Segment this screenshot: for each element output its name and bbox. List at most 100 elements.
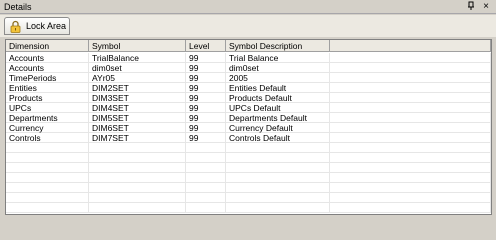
table-row[interactable]: Entities DIM2SET 99 Entities Default — [6, 83, 491, 93]
table-cell-filler — [330, 83, 491, 93]
table-cell[interactable]: UPCs Default — [226, 103, 330, 113]
table-cell[interactable]: 99 — [186, 93, 226, 103]
table-row[interactable]: Departments DIM5SET 99 Departments Default — [6, 113, 491, 123]
table-cell[interactable] — [226, 143, 330, 153]
table-cell[interactable] — [226, 163, 330, 173]
table-cell[interactable] — [89, 163, 186, 173]
table-cell[interactable]: dim0set — [89, 63, 186, 73]
table-cell[interactable]: 99 — [186, 53, 226, 63]
table-row[interactable]: Products DIM3SET 99 Products Default — [6, 93, 491, 103]
table-cell[interactable] — [6, 143, 89, 153]
table-row[interactable] — [6, 183, 491, 193]
table-cell[interactable]: DIM5SET — [89, 113, 186, 123]
table-cell[interactable] — [186, 173, 226, 183]
table-row[interactable]: TimePeriods AYr05 99 2005 — [6, 73, 491, 83]
lock-icon — [10, 20, 21, 33]
table-row[interactable]: Accounts dim0set 99 dim0set — [6, 63, 491, 73]
table-row[interactable] — [6, 163, 491, 173]
table-cell[interactable] — [89, 193, 186, 203]
table-cell[interactable]: Controls Default — [226, 133, 330, 143]
table-cell[interactable]: Departments Default — [226, 113, 330, 123]
table-cell[interactable]: AYr05 — [89, 73, 186, 83]
table-cell[interactable]: Trial Balance — [226, 53, 330, 63]
table-row[interactable] — [6, 203, 491, 213]
table-cell-filler — [330, 163, 491, 173]
table-cell-filler — [330, 93, 491, 103]
column-header-symbol[interactable]: Symbol — [89, 40, 186, 52]
details-grid[interactable]: Dimension Symbol Level Symbol Descriptio… — [5, 39, 492, 215]
table-cell[interactable]: Accounts — [6, 53, 89, 63]
details-panel: Details × Lock Area Dimension Symbol Lev… — [0, 0, 496, 219]
table-cell[interactable] — [186, 183, 226, 193]
table-cell[interactable] — [89, 153, 186, 163]
table-row[interactable] — [6, 143, 491, 153]
table-cell[interactable]: dim0set — [226, 63, 330, 73]
table-cell-filler — [330, 103, 491, 113]
table-cell[interactable]: Currency Default — [226, 123, 330, 133]
table-row[interactable] — [6, 153, 491, 163]
table-cell[interactable] — [6, 153, 89, 163]
table-cell[interactable]: Currency — [6, 123, 89, 133]
table-cell[interactable] — [226, 183, 330, 193]
table-cell[interactable] — [89, 183, 186, 193]
pin-icon[interactable] — [465, 1, 477, 13]
table-cell[interactable]: DIM4SET — [89, 103, 186, 113]
table-cell[interactable]: 99 — [186, 73, 226, 83]
toolbar: Lock Area — [0, 15, 496, 37]
table-cell[interactable] — [89, 203, 186, 213]
close-icon[interactable]: × — [480, 1, 492, 13]
table-cell[interactable]: TimePeriods — [6, 73, 89, 83]
table-cell[interactable]: DIM7SET — [89, 133, 186, 143]
table-cell[interactable]: 99 — [186, 83, 226, 93]
table-cell[interactable] — [6, 193, 89, 203]
table-cell[interactable] — [226, 203, 330, 213]
table-cell[interactable] — [89, 143, 186, 153]
table-cell[interactable] — [89, 173, 186, 183]
table-cell[interactable]: UPCs — [6, 103, 89, 113]
table-cell[interactable]: Entities Default — [226, 83, 330, 93]
table-cell[interactable] — [226, 153, 330, 163]
table-cell[interactable]: Controls — [6, 133, 89, 143]
table-cell[interactable]: DIM2SET — [89, 83, 186, 93]
table-cell[interactable]: 99 — [186, 133, 226, 143]
column-header-dimension[interactable]: Dimension — [6, 40, 89, 52]
table-row[interactable]: Currency DIM6SET 99 Currency Default — [6, 123, 491, 133]
table-cell[interactable] — [226, 173, 330, 183]
column-header-symbol-description[interactable]: Symbol Description — [226, 40, 330, 52]
lock-area-button[interactable]: Lock Area — [4, 17, 70, 35]
table-cell[interactable]: 99 — [186, 63, 226, 73]
table-cell[interactable] — [6, 173, 89, 183]
table-cell[interactable]: 99 — [186, 113, 226, 123]
table-cell[interactable]: Products — [6, 93, 89, 103]
table-cell[interactable]: Departments — [6, 113, 89, 123]
lock-area-label: Lock Area — [26, 21, 67, 31]
table-cell[interactable] — [6, 183, 89, 193]
table-row[interactable]: UPCs DIM4SET 99 UPCs Default — [6, 103, 491, 113]
table-cell[interactable]: Entities — [6, 83, 89, 93]
table-cell[interactable] — [186, 203, 226, 213]
table-cell-filler — [330, 173, 491, 183]
table-cell[interactable]: 99 — [186, 103, 226, 113]
table-cell-filler — [330, 63, 491, 73]
table-cell[interactable]: DIM6SET — [89, 123, 186, 133]
table-cell[interactable] — [186, 143, 226, 153]
table-cell[interactable]: 99 — [186, 123, 226, 133]
panel-titlebar: Details × — [0, 0, 496, 14]
table-cell[interactable] — [6, 203, 89, 213]
table-cell[interactable] — [6, 163, 89, 173]
table-row[interactable] — [6, 173, 491, 183]
table-row[interactable] — [6, 193, 491, 203]
table-cell[interactable]: Accounts — [6, 63, 89, 73]
table-cell[interactable]: Products Default — [226, 93, 330, 103]
table-cell[interactable] — [186, 193, 226, 203]
table-cell[interactable]: DIM3SET — [89, 93, 186, 103]
column-header-level[interactable]: Level — [186, 40, 226, 52]
pin-icon-graphic — [468, 1, 474, 10]
table-cell[interactable]: 2005 — [226, 73, 330, 83]
table-row[interactable]: Controls DIM7SET 99 Controls Default — [6, 133, 491, 143]
table-cell[interactable] — [186, 163, 226, 173]
table-cell[interactable]: TrialBalance — [89, 53, 186, 63]
table-cell[interactable] — [226, 193, 330, 203]
table-row[interactable]: Accounts TrialBalance 99 Trial Balance — [6, 53, 491, 63]
table-cell[interactable] — [186, 153, 226, 163]
